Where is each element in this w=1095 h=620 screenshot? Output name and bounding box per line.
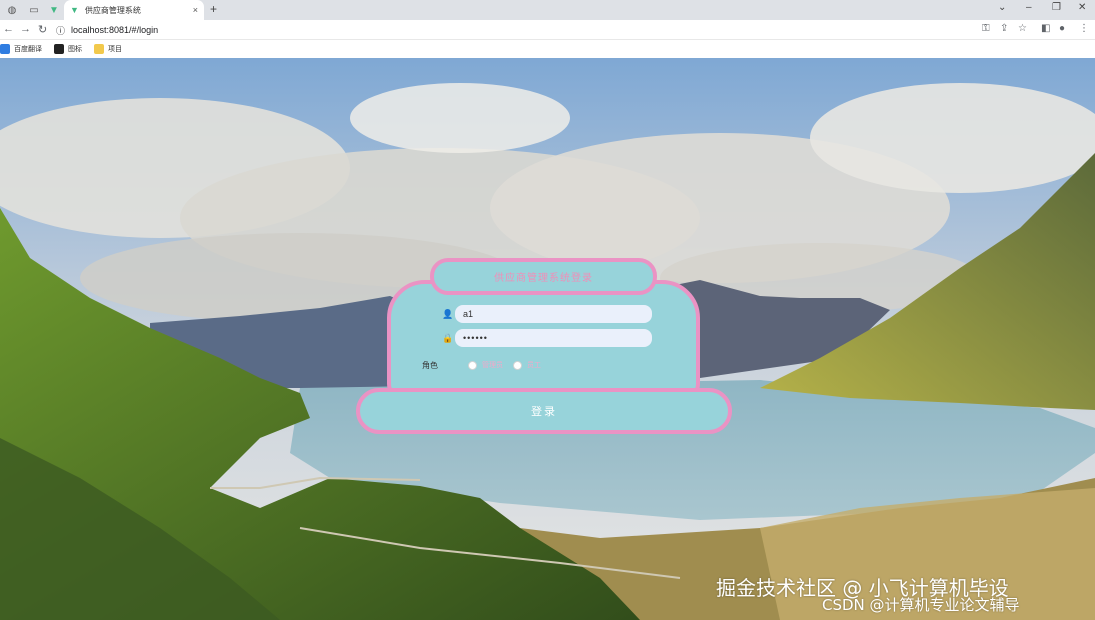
profile-icon[interactable]: ● (1059, 23, 1065, 34)
vue-tab-icon[interactable]: ▼ (44, 2, 64, 18)
back-button[interactable]: ← (3, 23, 14, 35)
bookmark-item[interactable]: 项目 (94, 44, 122, 54)
tab-search-icon[interactable]: ⌄ (998, 2, 1006, 13)
bookmark-item[interactable]: 图标 (54, 44, 82, 54)
reload-button[interactable]: ↻ (38, 23, 47, 36)
role-label: 角色 (422, 361, 438, 370)
site-info-icon[interactable]: ⓘ (56, 24, 65, 37)
bookmark-label: 图标 (68, 46, 82, 53)
star-icon[interactable]: ☆ (1018, 23, 1027, 34)
bookmark-item[interactable]: 百度翻译 (0, 44, 42, 54)
user-icon: 👤 (442, 309, 454, 319)
menu-icon[interactable]: ⋮ (1079, 23, 1089, 34)
url-text: localhost:8081/#/login (71, 25, 159, 35)
tab-active[interactable]: ▼ 供应商管理系统 × (64, 0, 204, 20)
role-option-admin[interactable]: 管理员 (468, 360, 503, 370)
radio-icon[interactable] (513, 360, 522, 370)
translate-icon (0, 44, 10, 54)
tab-strip: ◍ ▭ ▼ ▼ 供应商管理系统 × + ⌄ – ❐ ✕ (0, 0, 1095, 20)
globe-icon[interactable]: ◍ (2, 2, 22, 18)
restore-button[interactable]: ❐ (1052, 2, 1061, 13)
forward-button[interactable]: → (20, 23, 31, 35)
login-button[interactable]: 登录 (356, 388, 732, 434)
folder-icon (94, 44, 104, 54)
window-close-button[interactable]: ✕ (1078, 2, 1086, 13)
tab-title: 供应商管理系统 (84, 5, 141, 15)
bookmark-icon (54, 44, 64, 54)
role-option-label: 管理员 (482, 362, 503, 369)
sidepanel-icon[interactable]: ◧ (1041, 23, 1050, 34)
minimize-button[interactable]: – (1026, 2, 1032, 13)
role-option-employee[interactable]: 员工 (513, 360, 541, 370)
password-input[interactable]: •••••• (455, 329, 652, 347)
radio-icon[interactable] (468, 360, 477, 370)
lock-icon: 🔒 (442, 333, 454, 343)
login-title: 供应商管理系统登录 (430, 258, 657, 295)
username-input[interactable]: a1 (455, 305, 652, 323)
watermark-line2: CSDN @计算机专业论文辅导 (822, 596, 1020, 614)
login-form: 供应商管理系统登录 👤 a1 🔒 •••••• 角色 管理员 员工 登录 (0, 58, 1095, 620)
bookmarks-bar: 百度翻译 图标 项目 (0, 40, 1095, 58)
bookmark-label: 百度翻译 (14, 46, 42, 53)
page-viewport: 供应商管理系统登录 👤 a1 🔒 •••••• 角色 管理员 员工 登录 掘金技… (0, 58, 1095, 620)
new-tab-button[interactable]: + (210, 2, 217, 16)
pinned-tab-icon[interactable]: ▭ (24, 2, 44, 18)
url-field[interactable]: ⓘ localhost:8081/#/login (56, 22, 956, 38)
share-icon[interactable]: ⇪ (1000, 23, 1008, 34)
close-tab-icon[interactable]: × (193, 5, 198, 15)
vue-logo-icon: ▼ (70, 5, 79, 15)
key-icon[interactable]: ⚿ (982, 23, 990, 34)
browser-window: ◍ ▭ ▼ ▼ 供应商管理系统 × + ⌄ – ❐ ✕ ← → ↻ ⓘ loca… (0, 0, 1095, 620)
address-bar-row: ← → ↻ ⓘ localhost:8081/#/login ⚿ ⇪ ☆ ◧ ●… (0, 20, 1095, 40)
bookmark-label: 项目 (108, 46, 122, 53)
role-option-label: 员工 (527, 362, 541, 369)
